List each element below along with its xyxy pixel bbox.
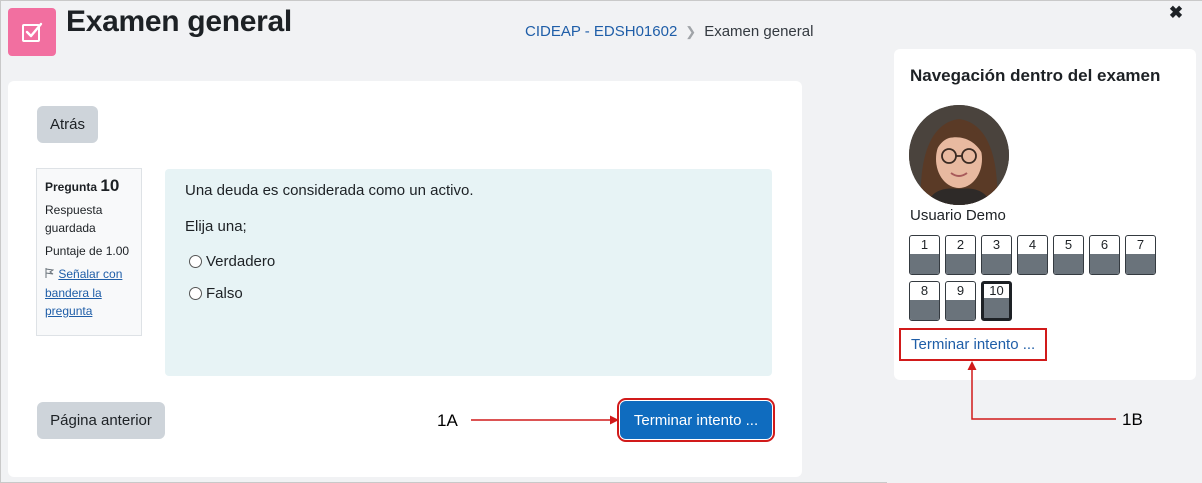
close-icon[interactable]: ✖: [1168, 3, 1184, 23]
chevron-right-icon: ❯: [685, 23, 697, 39]
flag-question-label[interactable]: Señalar con bandera la pregunta: [45, 267, 122, 318]
question-nav-button-3[interactable]: 3: [981, 235, 1012, 275]
question-nav-button-4[interactable]: 4: [1017, 235, 1048, 275]
question-nav-button-9[interactable]: 9: [945, 281, 976, 321]
radio-verdadero[interactable]: [189, 254, 202, 268]
option-label: Verdadero: [206, 252, 276, 270]
finish-attempt-button[interactable]: Terminar intento ...: [617, 398, 775, 442]
annotation-label-1b: 1B: [1122, 410, 1143, 429]
breadcrumb-current: Examen general: [704, 23, 814, 40]
avatar: [909, 105, 1009, 205]
option-verdadero[interactable]: Verdadero: [185, 245, 752, 277]
question-nav-button-8[interactable]: 8: [909, 281, 940, 321]
question-number: Pregunta 10: [45, 176, 120, 195]
quiz-navigation-card: Navegación dentro del examen Usuario Dem…: [894, 49, 1196, 380]
question-nav-button-10[interactable]: 10: [981, 281, 1012, 321]
flag-icon: [45, 266, 55, 284]
question-nav-button-5[interactable]: 5: [1053, 235, 1084, 275]
user-name: Usuario Demo: [910, 207, 1006, 224]
breadcrumb: CIDEAP - EDSH01602 ❯ Examen general: [525, 23, 813, 40]
option-falso[interactable]: Falso: [185, 277, 752, 309]
option-label: Falso: [206, 284, 243, 302]
quiz-icon: [8, 8, 56, 56]
question-nav-button-6[interactable]: 6: [1089, 235, 1120, 275]
question-card: Atrás Pregunta 10 Respuesta guardada Pun…: [8, 81, 802, 477]
question-nav-button-7[interactable]: 7: [1125, 235, 1156, 275]
question-status: Respuesta guardada: [45, 203, 103, 235]
question-nav-button-2[interactable]: 2: [945, 235, 976, 275]
flag-question-link[interactable]: Señalar con bandera la pregunta: [45, 265, 133, 320]
previous-page-button[interactable]: Página anterior: [37, 402, 165, 439]
question-text: Una deuda es considerada como un activo.: [185, 182, 474, 199]
drawer-title: Navegación dentro del examen: [910, 66, 1161, 85]
back-button[interactable]: Atrás: [37, 106, 98, 143]
nav-finish-attempt-link[interactable]: Terminar intento ...: [899, 328, 1047, 361]
annotation-label-1a: 1A: [437, 411, 458, 430]
quiz-navigation-drawer: ✖ Navegación dentro del examen Usuario D…: [887, 1, 1202, 483]
question-nav-button-1[interactable]: 1: [909, 235, 940, 275]
page-title: Examen general: [66, 5, 292, 38]
radio-falso[interactable]: [189, 286, 202, 300]
breadcrumb-course-link[interactable]: CIDEAP - EDSH01602: [525, 23, 677, 40]
question-score: Puntaje de 1.00: [45, 244, 130, 258]
question-info: Pregunta 10 Respuesta guardada Puntaje d…: [36, 168, 142, 336]
answer-prompt: Elija una;: [185, 218, 247, 235]
question-content: Una deuda es considerada como un activo.…: [165, 169, 772, 376]
